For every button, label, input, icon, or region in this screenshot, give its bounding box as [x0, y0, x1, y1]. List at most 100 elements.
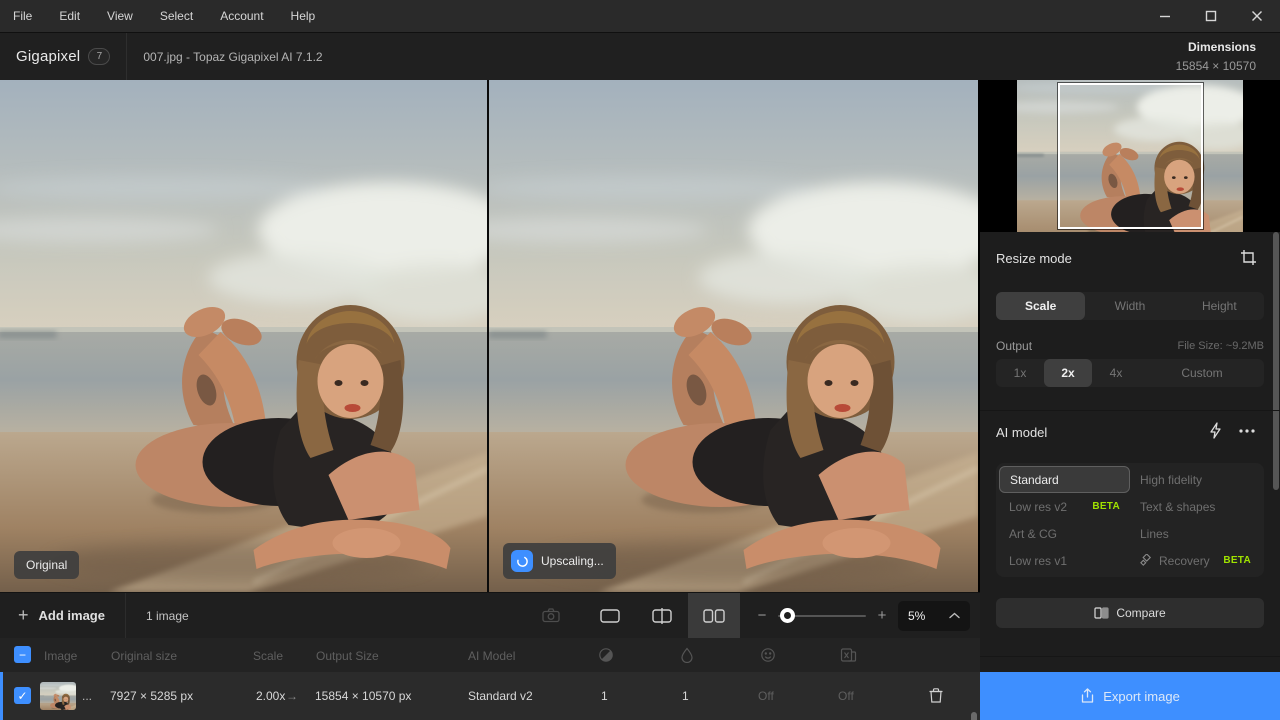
zoom-slider[interactable] [778, 615, 866, 617]
row-thumbnail [40, 682, 76, 710]
model-standard[interactable]: Standard [999, 466, 1130, 493]
zoom-slider-knob[interactable] [780, 608, 795, 623]
more-options-icon[interactable] [1238, 424, 1256, 443]
snapshot-camera-icon[interactable] [542, 608, 560, 623]
model-low-res-v2[interactable]: Low res v2 BETA [999, 493, 1130, 520]
window-controls [1142, 0, 1280, 32]
processing-badge-label: Upscaling... [541, 554, 604, 568]
section-divider [980, 410, 1280, 411]
queue-table: − Image Original size Scale Output Size … [0, 638, 980, 720]
sidebar-scrollbar[interactable] [1273, 232, 1279, 490]
document-title: 007.jpg - Topaz Gigapixel AI 7.1.2 [143, 50, 322, 64]
spinner-icon [511, 550, 533, 572]
ai-model-grid: Standard High fidelity Low res v2 BETA T… [996, 463, 1264, 577]
add-image-button[interactable]: + Add image [0, 593, 125, 638]
scale-options: 1x 2x 4x Custom [996, 359, 1264, 387]
chevron-up-icon [949, 612, 960, 619]
model-low-res-v1[interactable]: Low res v1 [999, 547, 1130, 574]
menu-bar: File Edit View Select Account Help [0, 0, 1280, 32]
dimensions-label: Dimensions [1176, 40, 1256, 54]
crop-icon[interactable] [1240, 249, 1257, 271]
viewport-crop-box[interactable] [1058, 83, 1203, 229]
model-text-shapes[interactable]: Text & shapes [1130, 493, 1261, 520]
toolbar-divider [125, 593, 126, 639]
version-badge: 7 [88, 48, 110, 65]
menu-help[interactable]: Help [291, 9, 316, 23]
row-sharpen-value[interactable]: 1 [601, 689, 608, 703]
model-high-fidelity-label: High fidelity [1140, 473, 1202, 487]
scale-1x-button[interactable]: 1x [996, 359, 1044, 387]
model-recovery[interactable]: Recovery BETA [1130, 547, 1261, 574]
mode-width-button[interactable]: Width [1085, 292, 1174, 320]
menu-file[interactable]: File [13, 9, 32, 23]
model-art-cg[interactable]: Art & CG [999, 520, 1130, 547]
single-view-button[interactable] [584, 593, 636, 639]
export-image-button[interactable]: Export image [980, 672, 1280, 720]
zoom-in-button[interactable]: + [872, 607, 892, 624]
queue-table-row[interactable]: ✓ ... 7927 × 5285 px 2.00x → 15854 × 105… [0, 672, 980, 720]
export-icon [1080, 688, 1095, 704]
row-denoise-value[interactable]: 1 [682, 689, 689, 703]
model-recovery-label: Recovery [1159, 554, 1210, 568]
model-high-fidelity[interactable]: High fidelity [1130, 466, 1261, 493]
zoom-out-button[interactable]: − [752, 607, 772, 624]
bottom-toolbar: + Add image 1 image − + 5% [0, 592, 980, 638]
app-logo: Gigapixel [16, 48, 80, 65]
preview-photo [489, 80, 978, 592]
face-recovery-icon [760, 647, 776, 663]
export-button-label: Export image [1103, 689, 1180, 704]
beta-badge: BETA [1223, 555, 1251, 566]
trash-icon[interactable] [928, 687, 944, 704]
compare-button[interactable]: Compare [996, 598, 1264, 628]
image-viewer: Original Upscaling... [0, 80, 980, 592]
menu-view[interactable]: View [107, 9, 133, 23]
scale-2x-button[interactable]: 2x [1044, 359, 1092, 387]
model-text-shapes-label: Text & shapes [1140, 500, 1215, 514]
scale-custom-button[interactable]: Custom [1140, 359, 1264, 387]
model-lines-label: Lines [1140, 527, 1169, 541]
model-lines[interactable]: Lines [1130, 520, 1261, 547]
menu-select[interactable]: Select [160, 9, 193, 23]
resize-mode-segment: Scale Width Height [996, 292, 1264, 320]
view-controls: − + 5% [542, 593, 980, 638]
output-label: Output [996, 339, 1032, 353]
model-low-res-v1-label: Low res v1 [1009, 554, 1067, 568]
image-count-label: 1 image [146, 609, 189, 623]
model-art-cg-label: Art & CG [1009, 527, 1057, 541]
original-photo [0, 80, 487, 592]
row-scale: 2.00x [256, 689, 285, 703]
minimize-button[interactable] [1142, 0, 1188, 32]
menu-items: File Edit View Select Account Help [0, 9, 315, 23]
scale-4x-button[interactable]: 4x [1092, 359, 1140, 387]
mode-scale-button[interactable]: Scale [996, 292, 1085, 320]
add-image-label: Add image [39, 608, 105, 623]
dimensions-block: Dimensions 15854 × 10570 [1176, 40, 1256, 73]
mode-height-button[interactable]: Height [1175, 292, 1264, 320]
preview-panel[interactable]: Upscaling... [489, 80, 978, 592]
table-scrollbar[interactable] [971, 712, 977, 720]
beta-badge: BETA [1092, 501, 1120, 512]
menu-account[interactable]: Account [220, 9, 263, 23]
col-output-size: Output Size [316, 649, 379, 663]
close-button[interactable] [1234, 0, 1280, 32]
row-gamma-value[interactable]: Off [838, 689, 854, 703]
original-panel[interactable]: Original [0, 80, 489, 592]
navigator-pane [980, 80, 1280, 232]
split-view-button[interactable] [636, 593, 688, 639]
maximize-button[interactable] [1188, 0, 1234, 32]
menu-edit[interactable]: Edit [59, 9, 80, 23]
zoom-level-dropdown[interactable]: 5% [898, 601, 970, 631]
side-by-side-view-button[interactable] [688, 593, 740, 639]
col-scale: Scale [253, 649, 283, 663]
row-output-size: 15854 × 10570 px [315, 689, 411, 703]
row-ai-model: Standard v2 [468, 689, 533, 703]
lightning-icon[interactable] [1208, 422, 1224, 444]
right-sidebar: Resize mode Scale Width Height Output Fi… [980, 80, 1280, 720]
title-bar: Gigapixel 7 007.jpg - Topaz Gigapixel AI… [0, 32, 1280, 80]
plus-icon: + [18, 605, 29, 626]
row-checkbox[interactable]: ✓ [14, 687, 31, 704]
gamma-icon [840, 647, 857, 663]
select-all-checkbox[interactable]: − [14, 646, 31, 663]
row-face-recovery-value[interactable]: Off [758, 689, 774, 703]
original-badge-label: Original [26, 558, 67, 572]
